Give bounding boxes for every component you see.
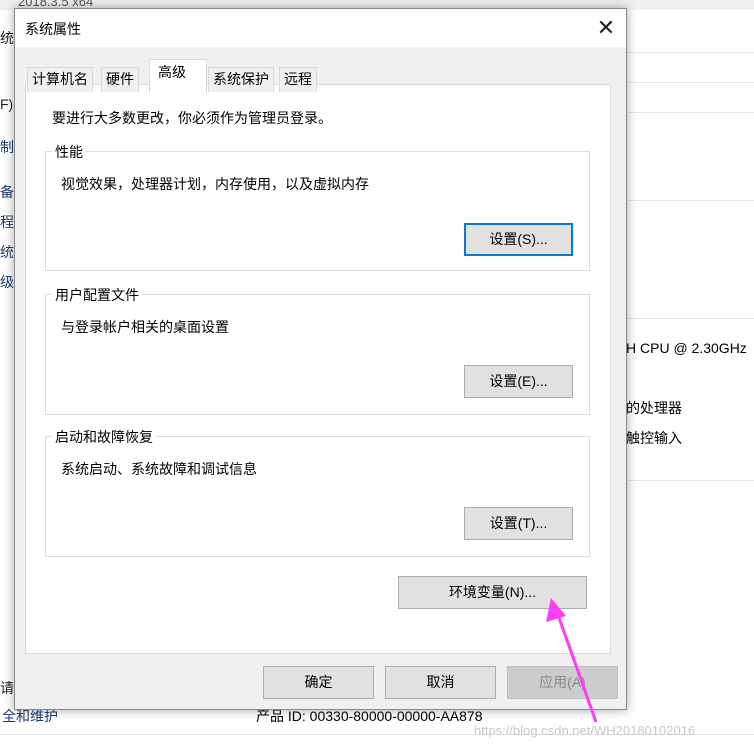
dialog-titlebar[interactable]: 系统属性 ✕ — [15, 9, 626, 47]
startup-recovery-group: 启动和故障恢复 系统启动、系统故障和调试信息 设置(T)... — [45, 427, 590, 557]
tab-advanced[interactable]: 高级 — [149, 59, 207, 93]
performance-desc: 视觉效果，处理器计划，内存使用，以及虚拟内存 — [61, 176, 369, 192]
background-divider — [626, 480, 754, 481]
system-properties-dialog: 系统属性 ✕ 计算机名 硬件 高级 系统保护 远程 要进行大多数更改，你必须作为… — [14, 8, 627, 710]
watermark: https://blog.csdn.net/WH20180102016 — [474, 723, 696, 738]
cancel-button[interactable]: 取消 — [385, 666, 496, 699]
close-icon: ✕ — [596, 15, 616, 40]
background-side-link[interactable]: 备 — [0, 182, 14, 202]
background-divider — [626, 318, 754, 319]
background-side-link[interactable]: 程 — [0, 212, 14, 232]
background-divider — [626, 52, 754, 53]
startup-recovery-settings-button[interactable]: 设置(T)... — [464, 507, 573, 540]
background-divider — [626, 82, 754, 83]
tab-computer-name[interactable]: 计算机名 — [27, 67, 93, 92]
apply-button[interactable]: 应用(A) — [507, 666, 618, 699]
tab-remote[interactable]: 远程 — [279, 67, 317, 92]
background-cpu-text: H CPU @ 2.30GHz — [626, 340, 747, 356]
close-button[interactable]: ✕ — [591, 13, 621, 43]
tab-hardware[interactable]: 硬件 — [101, 67, 139, 92]
background-side-text: 请 — [0, 680, 14, 696]
startup-recovery-desc: 系统启动、系统故障和调试信息 — [61, 461, 257, 477]
admin-notice: 要进行大多数更改，你必须作为管理员登录。 — [52, 110, 332, 126]
user-profile-group: 用户配置文件 与登录帐户相关的桌面设置 设置(E)... — [45, 285, 590, 415]
background-divider — [626, 200, 754, 201]
background-side-link[interactable]: 统 — [0, 242, 14, 262]
startup-recovery-title: 启动和故障恢复 — [52, 427, 156, 447]
background-side-text: 统 — [0, 30, 14, 46]
user-profile-settings-button[interactable]: 设置(E)... — [464, 365, 573, 398]
background-divider — [626, 112, 754, 113]
performance-group: 性能 视觉效果，处理器计划，内存使用，以及虚拟内存 设置(S)... — [45, 142, 590, 271]
background-side-link[interactable]: 制 — [0, 137, 14, 157]
dialog-title: 系统属性 — [25, 21, 81, 37]
background-processor-text: 的处理器 — [626, 400, 682, 416]
background-side-text: F) — [0, 96, 14, 112]
performance-title: 性能 — [52, 142, 86, 162]
environment-variables-button[interactable]: 环境变量(N)... — [398, 576, 587, 609]
background-side-link[interactable]: 级 — [0, 272, 14, 292]
performance-settings-button[interactable]: 设置(S)... — [464, 223, 573, 256]
background-touch-text: 触控输入 — [626, 430, 682, 446]
ok-button[interactable]: 确定 — [263, 666, 374, 699]
tab-system-protection[interactable]: 系统保护 — [208, 67, 274, 92]
user-profile-desc: 与登录帐户相关的桌面设置 — [61, 319, 229, 335]
user-profile-title: 用户配置文件 — [52, 285, 142, 305]
